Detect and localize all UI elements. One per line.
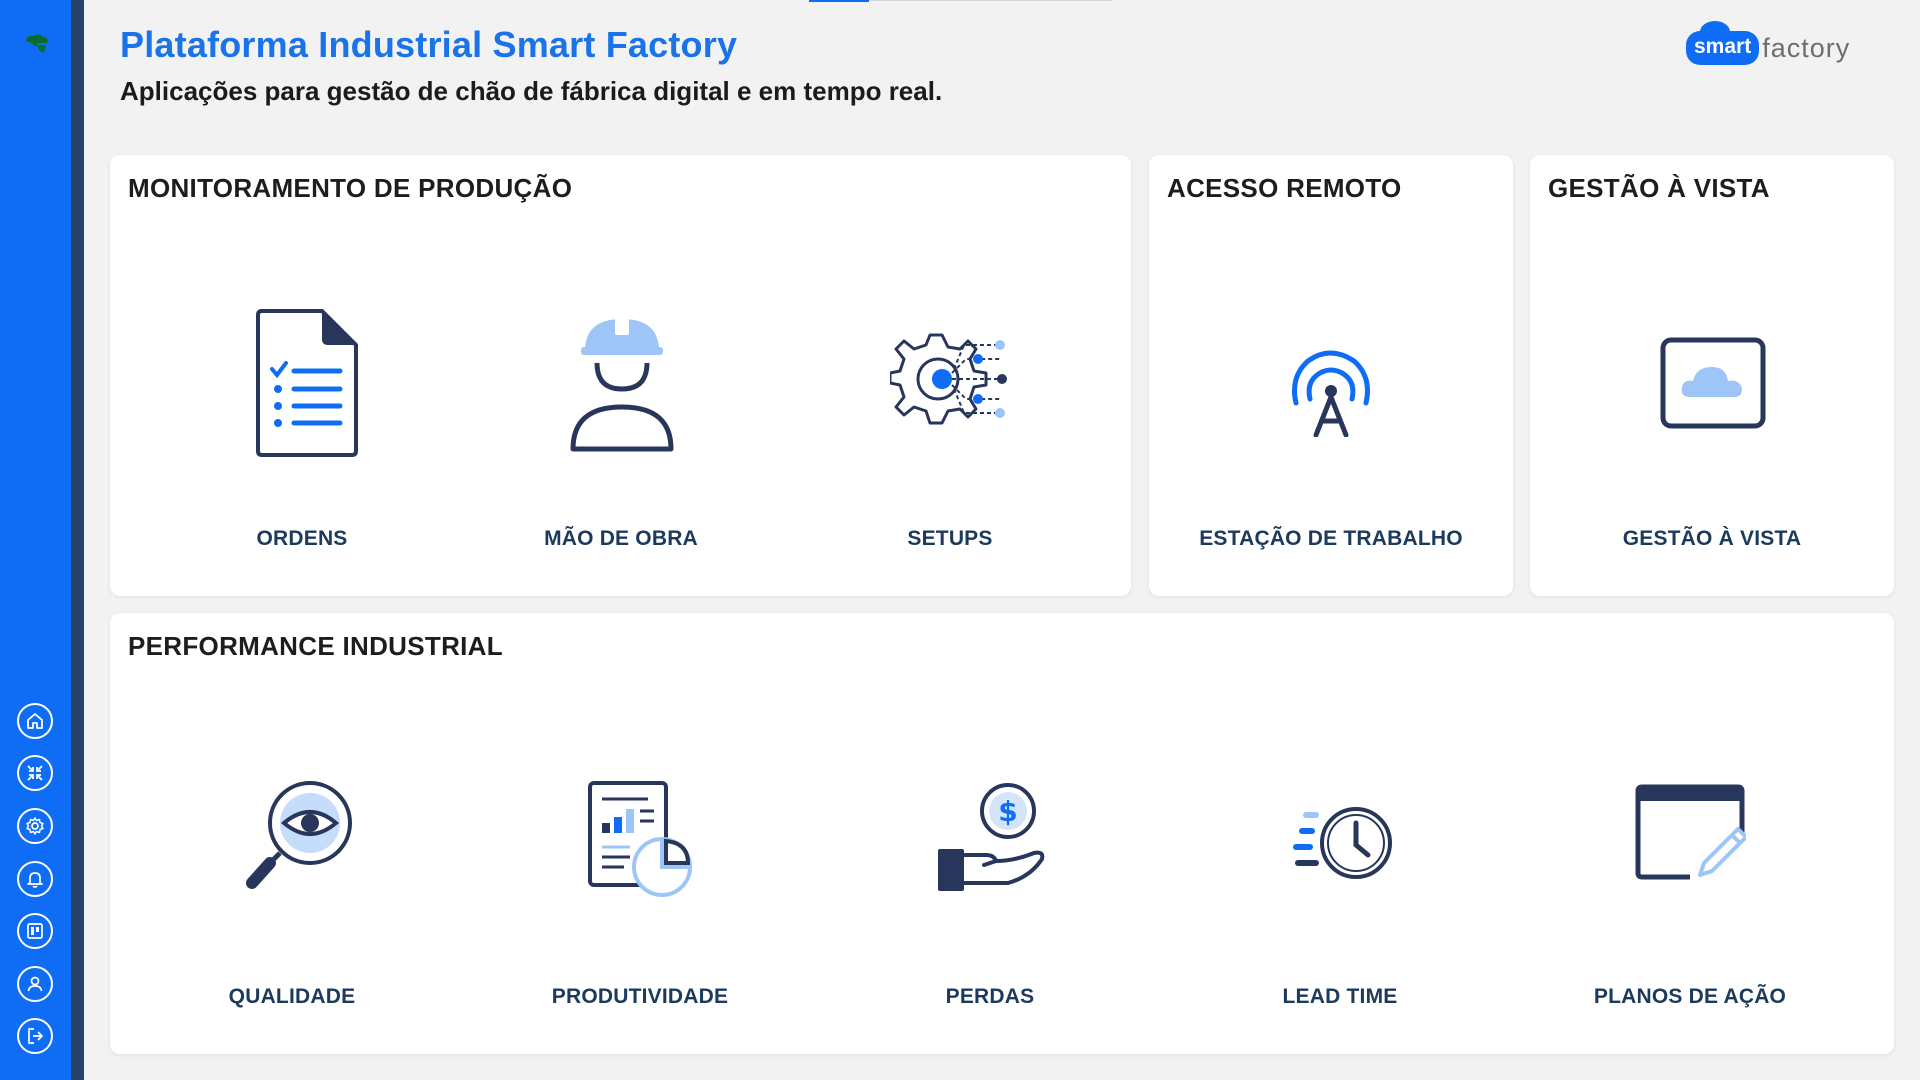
brand-pill: smart [1686, 21, 1760, 65]
page-subtitle: Aplicações para gestão de chão de fábric… [120, 76, 943, 106]
card-title: MONITORAMENTO DE PRODUÇÃO [128, 173, 573, 203]
gear-network-icon [890, 333, 1007, 425]
card-performance-industrial: PERFORMANCE INDUSTRIAL QUALIDADE PRODUTI… [110, 613, 1894, 1054]
tile-label: LEAD TIME [1282, 985, 1398, 1008]
home-icon [27, 713, 43, 729]
card-gestao-a-vista: GESTÃO À VISTA GESTÃO À VISTA [1530, 155, 1894, 596]
sidebar-board-button[interactable] [17, 913, 53, 949]
tile-label: ORDENS [256, 527, 348, 550]
top-tab-indicator [809, 0, 869, 2]
sidebar-profile-button[interactable] [17, 966, 53, 1002]
sidebar-fullscreen-button[interactable] [17, 755, 53, 791]
tile-planos-de-acao[interactable]: PLANOS DE AÇÃO [1570, 753, 1810, 1043]
logout-icon [28, 1028, 44, 1044]
tile-produtividade[interactable]: PRODUTIVIDADE [520, 753, 760, 1043]
sidebar-edge [71, 0, 84, 1080]
brand-text: factory [1762, 32, 1851, 63]
sidebar-home-button[interactable] [17, 703, 53, 739]
tile-qualidade[interactable]: QUALIDADE [172, 753, 412, 1043]
sidebar-settings-button[interactable] [17, 808, 53, 844]
svg-text:$: $ [998, 795, 1017, 828]
collapse-arrows-icon [27, 765, 43, 781]
tile-label: ESTAÇÃO DE TRABALHO [1199, 527, 1463, 550]
hand-coin-icon: $ [938, 783, 1045, 891]
gear-icon [26, 817, 44, 835]
card-title: PERFORMANCE INDUSTRIAL [128, 631, 503, 661]
tile-ordens[interactable]: ORDENS [182, 295, 422, 585]
tile-label: PLANOS DE AÇÃO [1593, 985, 1787, 1008]
tile-label: PRODUTIVIDADE [551, 985, 729, 1008]
tile-perdas[interactable]: $ PERDAS [870, 753, 1110, 1043]
magnifier-eye-icon [246, 781, 352, 889]
antenna-icon [1292, 350, 1370, 437]
card-title: GESTÃO À VISTA [1548, 173, 1770, 203]
tile-mao-de-obra[interactable]: MÃO DE OBRA [501, 295, 741, 585]
tile-label: SETUPS [907, 527, 993, 550]
cloud-screen-icon [1660, 337, 1766, 429]
fast-clock-icon [1293, 807, 1392, 879]
window-pencil-icon [1635, 784, 1746, 880]
tile-label: GESTÃO À VISTA [1622, 527, 1802, 550]
sidebar-notifications-button[interactable] [17, 861, 53, 897]
tile-label: QUALIDADE [228, 985, 356, 1008]
sidebar [0, 0, 71, 1080]
tile-label: MÃO DE OBRA [544, 527, 698, 550]
tile-label: PERDAS [945, 985, 1035, 1008]
brand-logo: smart factory [1686, 21, 1851, 70]
card-monitoramento-producao: MONITORAMENTO DE PRODUÇÃO ORDENS MÃO DE … [110, 155, 1131, 596]
tile-setups[interactable]: SETUPS [830, 295, 1070, 585]
worker-helmet-icon [570, 317, 674, 452]
top-divider [869, 0, 1112, 1]
card-title: ACESSO REMOTO [1167, 173, 1402, 203]
kanban-icon [27, 923, 43, 939]
page-title: Plataforma Industrial Smart Factory [120, 24, 738, 65]
user-icon [27, 976, 43, 992]
sidebar-logout-button[interactable] [17, 1018, 53, 1054]
logo-icon [26, 34, 48, 53]
tile-gestao-a-vista[interactable]: GESTÃO À VISTA [1552, 295, 1872, 585]
tile-estacao-de-trabalho[interactable]: ESTAÇÃO DE TRABALHO [1171, 295, 1491, 585]
card-acesso-remoto: ACESSO REMOTO ESTAÇÃO DE TRABALHO [1149, 155, 1513, 596]
report-chart-icon [588, 781, 692, 897]
bell-icon [27, 872, 43, 888]
tile-lead-time[interactable]: LEAD TIME [1220, 753, 1460, 1043]
document-checklist-icon [256, 309, 358, 457]
